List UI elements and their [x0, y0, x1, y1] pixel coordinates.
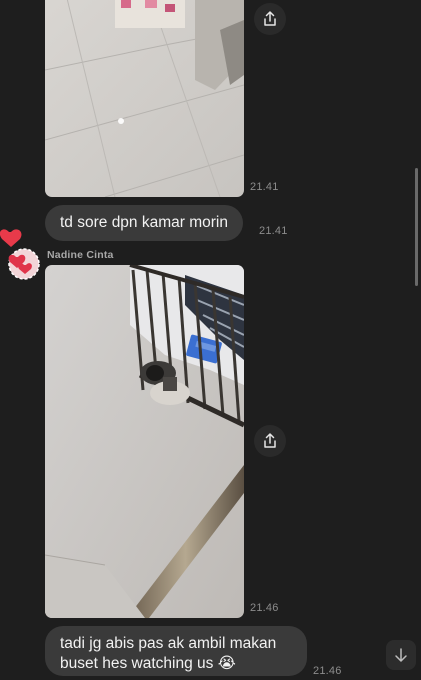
share-button[interactable] [254, 425, 286, 457]
text-message[interactable]: tadi jg abis pas ak ambil makan buset he… [45, 626, 307, 676]
share-icon [264, 11, 276, 26]
sender-name: Nadine Cinta [47, 249, 114, 261]
scroll-to-bottom-button[interactable] [386, 640, 416, 670]
stairs-photo [45, 265, 244, 618]
scrollbar-thumb[interactable] [415, 168, 418, 286]
share-icon [264, 433, 276, 448]
arrow-down-icon [395, 648, 407, 662]
share-button[interactable] [254, 3, 286, 35]
avatar[interactable] [0, 225, 42, 281]
message-timestamp: 21.46 [313, 665, 342, 677]
message-timestamp: 21.41 [259, 225, 288, 237]
photo-message-floor[interactable] [45, 0, 244, 197]
message-timestamp: 21.41 [250, 181, 279, 193]
message-timestamp: 21.46 [250, 602, 279, 614]
chat-thread: 21.41 td sore dpn kamar morin 21.41 Nadi… [0, 0, 421, 680]
floor-photo [45, 0, 244, 197]
photo-message-stairs[interactable] [45, 265, 244, 618]
text-message[interactable]: td sore dpn kamar morin [45, 205, 243, 241]
